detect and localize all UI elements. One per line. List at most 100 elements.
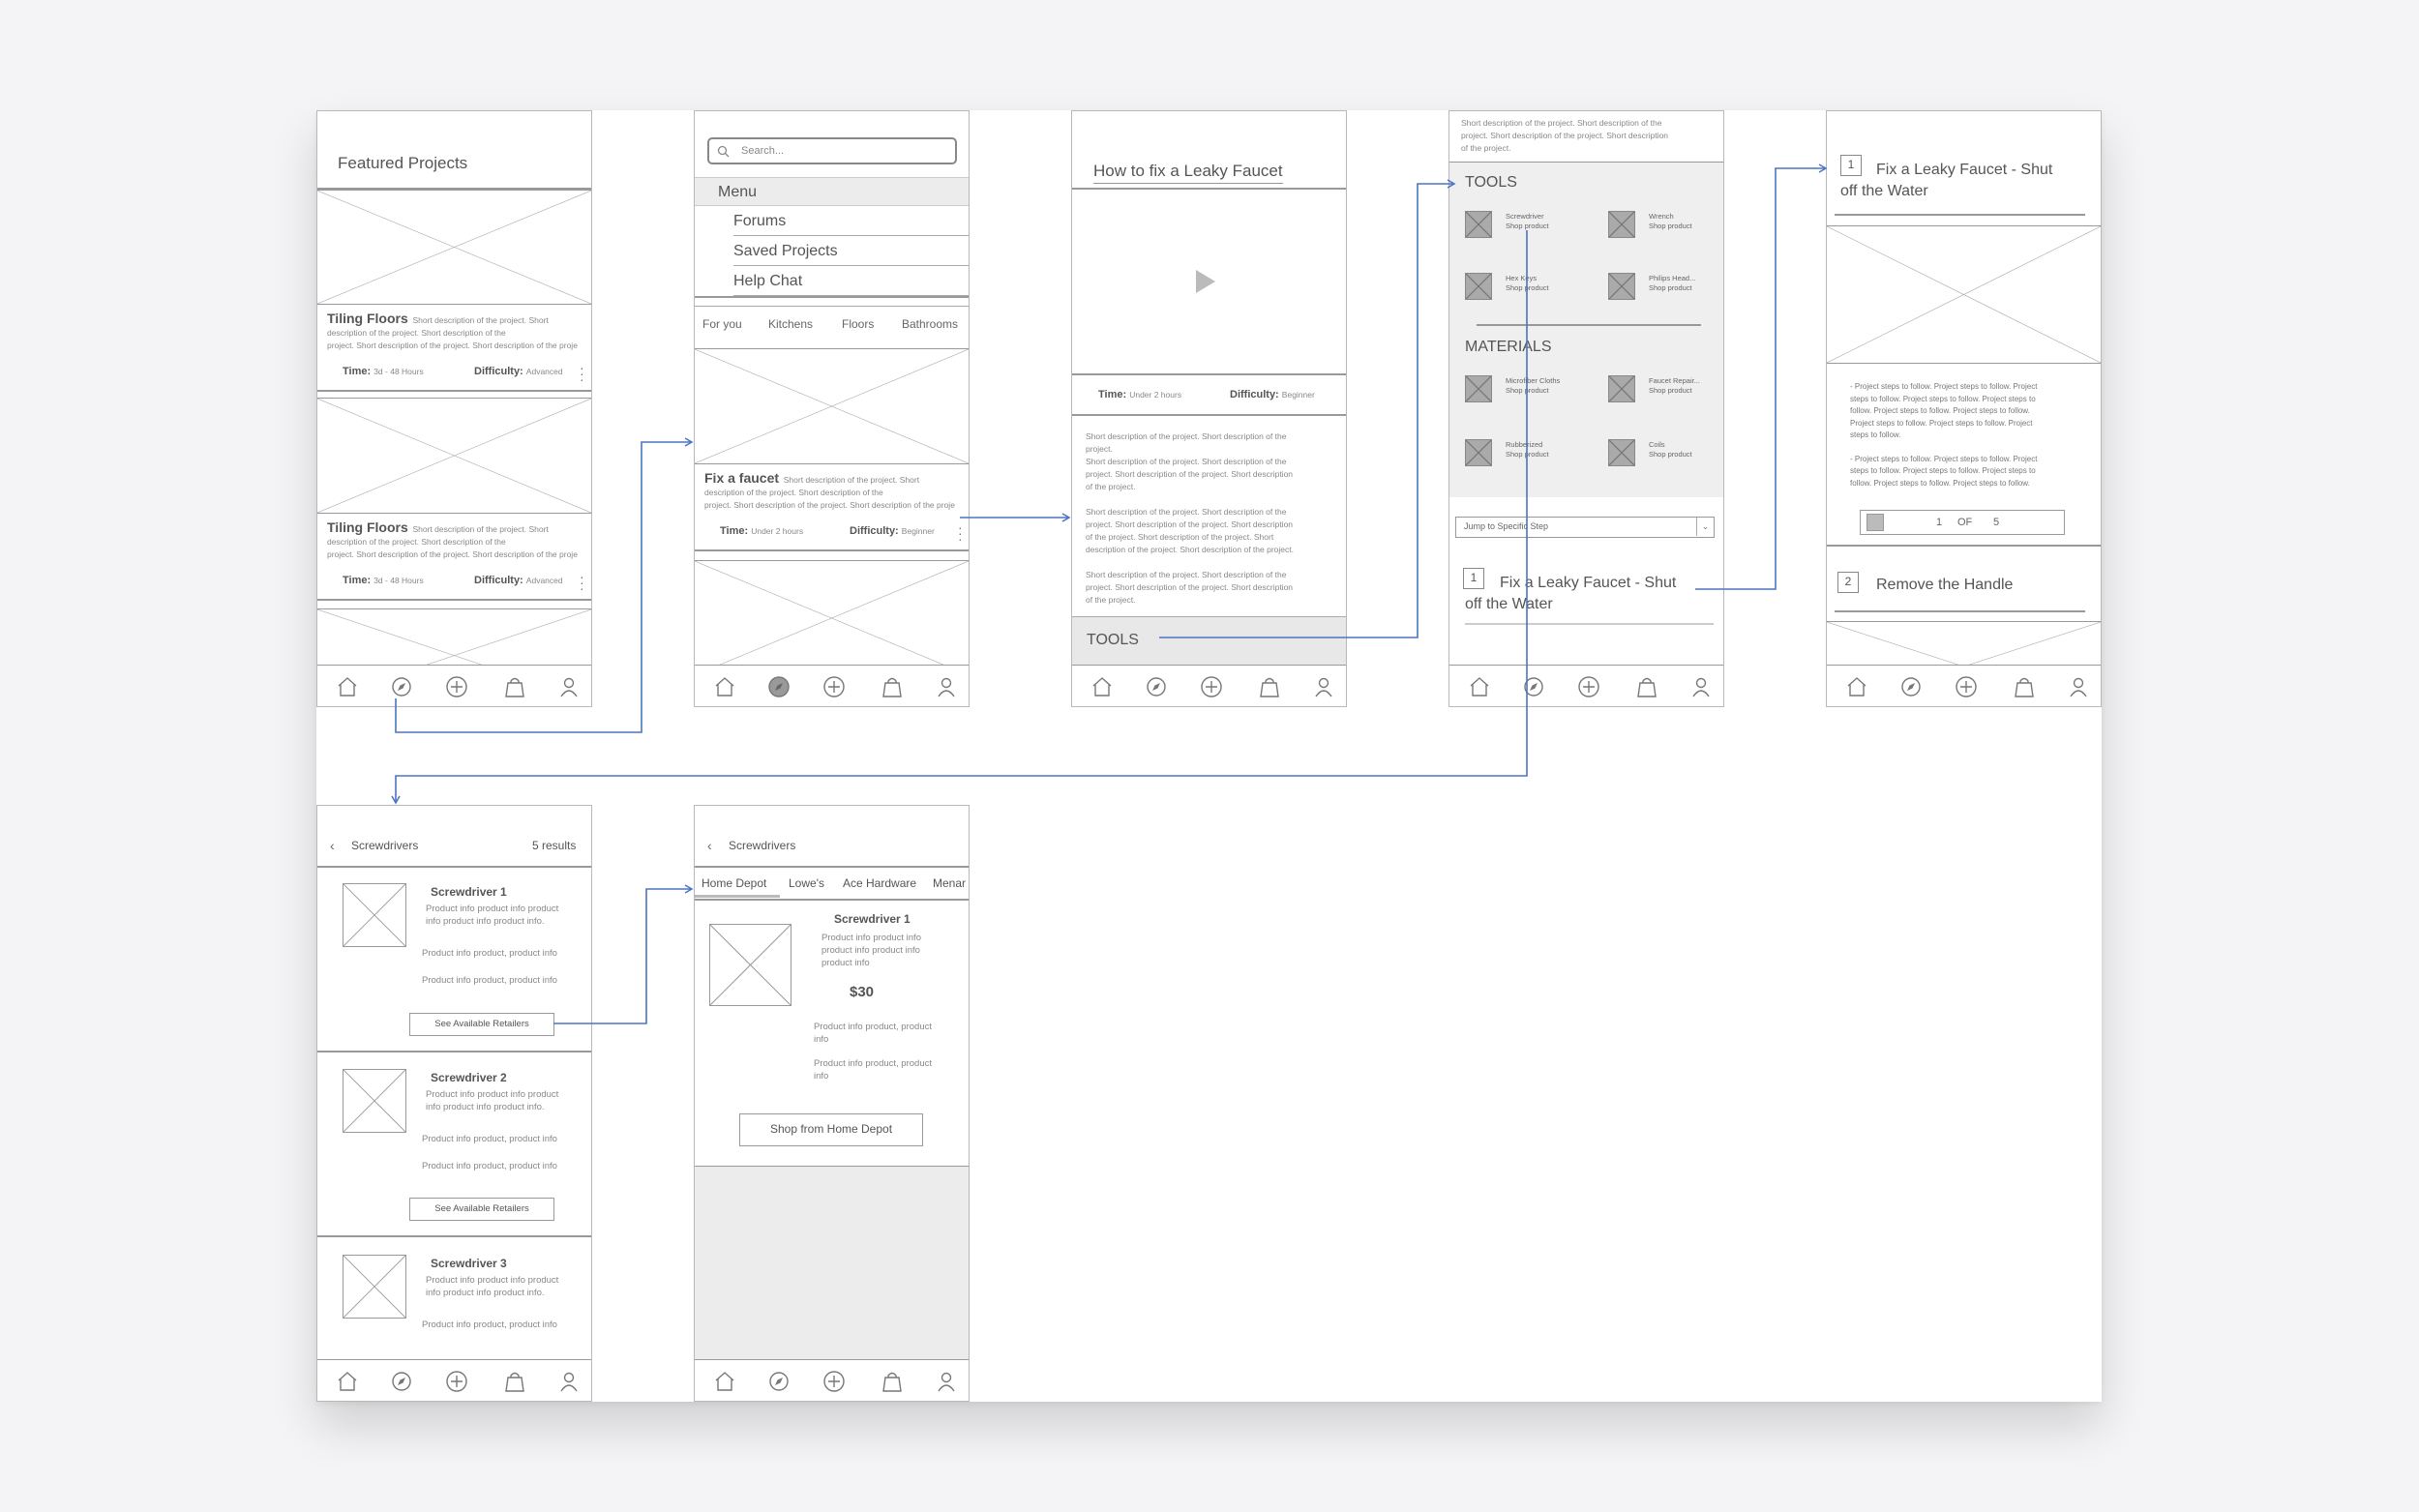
product-name: Screwdriver 3 (431, 1257, 507, 1270)
category-tabs: For you Kitchens Floors Bathrooms (695, 306, 969, 341)
material-item[interactable]: Faucet Repair... Shop product (1649, 376, 1700, 396)
shopping-bag-icon[interactable] (501, 673, 528, 700)
search-input[interactable]: Search... (707, 137, 957, 164)
plus-circle-icon[interactable] (1575, 673, 1602, 700)
tab-retailer-lowes[interactable]: Lowe's (789, 876, 824, 890)
tab-retailer-home-depot[interactable]: Home Depot (702, 876, 766, 890)
plus-circle-icon[interactable] (821, 1368, 848, 1395)
project-desc: project. Short description of the projec… (327, 341, 578, 350)
material-item[interactable]: Rubberized Shop product (1506, 440, 1549, 460)
product-price: $30 (850, 984, 875, 1000)
project-card[interactable]: Tiling Floors Short description of the p… (327, 311, 588, 352)
compass-icon[interactable] (765, 673, 792, 700)
product-info-line: Product info product, product info (422, 1161, 557, 1171)
plus-circle-icon[interactable] (821, 673, 848, 700)
project-title: How to fix a Leaky Faucet (1093, 162, 1283, 184)
product-info: Product info product info product info pr… (426, 904, 559, 927)
material-item[interactable]: Microfiber Cloths Shop product (1506, 376, 1560, 396)
tool-item[interactable]: Philips Head... Shop product (1649, 274, 1695, 293)
shopping-bag-icon[interactable] (1256, 673, 1283, 700)
product-info-line: Product info product, product info (814, 1058, 932, 1082)
shopping-bag-icon[interactable] (879, 1368, 906, 1395)
project-card[interactable]: Tiling Floors Short description of the p… (327, 520, 588, 561)
tool-item[interactable]: Wrench Shop product (1649, 212, 1692, 231)
step-pager[interactable]: 1 OF 5 (1860, 510, 2065, 535)
project-desc: Short description of the project. Short (783, 475, 920, 485)
home-icon[interactable] (711, 673, 738, 700)
home-icon[interactable] (711, 1368, 738, 1395)
plus-circle-icon[interactable] (443, 673, 470, 700)
user-icon[interactable] (1310, 673, 1337, 700)
see-available-retailers-button[interactable]: See Available Retailers (409, 1198, 554, 1221)
user-icon[interactable] (933, 673, 960, 700)
home-icon[interactable] (1843, 673, 1870, 700)
shopping-bag-icon[interactable] (1633, 673, 1660, 700)
tool-item[interactable]: Hex Keys Shop product (1506, 274, 1549, 293)
home-icon[interactable] (1466, 673, 1493, 700)
menu-item-saved-projects[interactable]: Saved Projects (733, 236, 969, 266)
screen-retailer-product: ‹ Screwdrivers Home Depot Lowe's Ace Har… (694, 805, 970, 1402)
home-icon[interactable] (334, 673, 361, 700)
compass-icon[interactable] (765, 1368, 792, 1395)
tab-bathrooms[interactable]: Bathrooms (902, 317, 958, 331)
shopping-bag-icon[interactable] (879, 673, 906, 700)
project-image-placeholder[interactable] (695, 560, 969, 676)
project-image-placeholder[interactable] (695, 348, 969, 464)
project-image-placeholder[interactable] (317, 190, 591, 305)
product-name: Screwdriver 2 (431, 1071, 507, 1084)
user-icon[interactable] (2065, 673, 2092, 700)
tools-materials-panel: TOOLS Screwdriver Shop product Wrench Shop… (1449, 162, 1723, 497)
product-info-line: Product info product, product info (422, 975, 557, 986)
back-chevron-icon[interactable]: ‹ (707, 838, 712, 853)
compass-icon[interactable] (1143, 673, 1170, 700)
difficulty-info: Difficulty: Advanced (474, 366, 563, 377)
project-card[interactable]: Fix a faucet Short description of the pr… (704, 470, 968, 512)
compass-icon[interactable] (388, 673, 415, 700)
shop-from-retailer-button[interactable]: Shop from Home Depot (739, 1113, 923, 1146)
see-available-retailers-button[interactable]: See Available Retailers (409, 1013, 554, 1036)
back-chevron-icon[interactable]: ‹ (330, 838, 335, 853)
menu-item-help-chat[interactable]: Help Chat (733, 266, 969, 296)
tab-kitchens[interactable]: Kitchens (768, 317, 813, 331)
project-title: Fix a faucet (704, 470, 780, 486)
jump-to-step-select[interactable]: Jump to Specific Step ⌄ (1455, 517, 1715, 538)
more-options-icon[interactable]: · · · (580, 570, 584, 595)
shopping-bag-icon[interactable] (501, 1368, 528, 1395)
tab-retailer-menards[interactable]: Menar (933, 876, 966, 890)
tool-image (1465, 273, 1492, 300)
tools-section-header[interactable]: TOOLS (1072, 616, 1346, 666)
user-icon[interactable] (933, 1368, 960, 1395)
plus-circle-icon[interactable] (1953, 673, 1980, 700)
material-item[interactable]: Coils Shop product (1649, 440, 1692, 460)
step-image-placeholder (1827, 225, 2101, 364)
user-icon[interactable] (555, 673, 582, 700)
material-image (1608, 439, 1635, 466)
project-desc: Short description of the project. Short (412, 524, 549, 534)
tab-retailer-ace-hardware[interactable]: Ace Hardware (843, 876, 916, 890)
compass-icon[interactable] (1520, 673, 1547, 700)
tab-for-you[interactable]: For you (702, 317, 742, 331)
compass-icon[interactable] (1897, 673, 1925, 700)
menu-item-forums[interactable]: Forums (733, 206, 969, 236)
product-info-line: Product info product, product info (422, 948, 557, 959)
difficulty-info: Difficulty: Beginner (1230, 389, 1315, 400)
project-image-placeholder[interactable] (317, 398, 591, 514)
plus-circle-icon[interactable] (1198, 673, 1225, 700)
play-icon[interactable] (1196, 270, 1215, 293)
step-title[interactable]: Fix a Leaky Faucet - Shut off the Water (1465, 573, 1702, 615)
next-step-title[interactable]: Remove the Handle (1876, 577, 2013, 594)
home-icon[interactable] (1089, 673, 1116, 700)
user-icon[interactable] (1687, 673, 1715, 700)
shopping-bag-icon[interactable] (2011, 673, 2038, 700)
more-options-icon[interactable]: · · · (958, 520, 963, 546)
home-icon[interactable] (334, 1368, 361, 1395)
more-options-icon[interactable]: · · · (580, 361, 584, 386)
difficulty-info: Difficulty: Advanced (474, 575, 563, 586)
user-icon[interactable] (555, 1368, 582, 1395)
checkbox[interactable] (1867, 514, 1884, 531)
tab-floors[interactable]: Floors (842, 317, 874, 331)
compass-icon[interactable] (388, 1368, 415, 1395)
plus-circle-icon[interactable] (443, 1368, 470, 1395)
tool-image (1465, 211, 1492, 238)
tool-item[interactable]: Screwdriver Shop product (1506, 212, 1549, 231)
